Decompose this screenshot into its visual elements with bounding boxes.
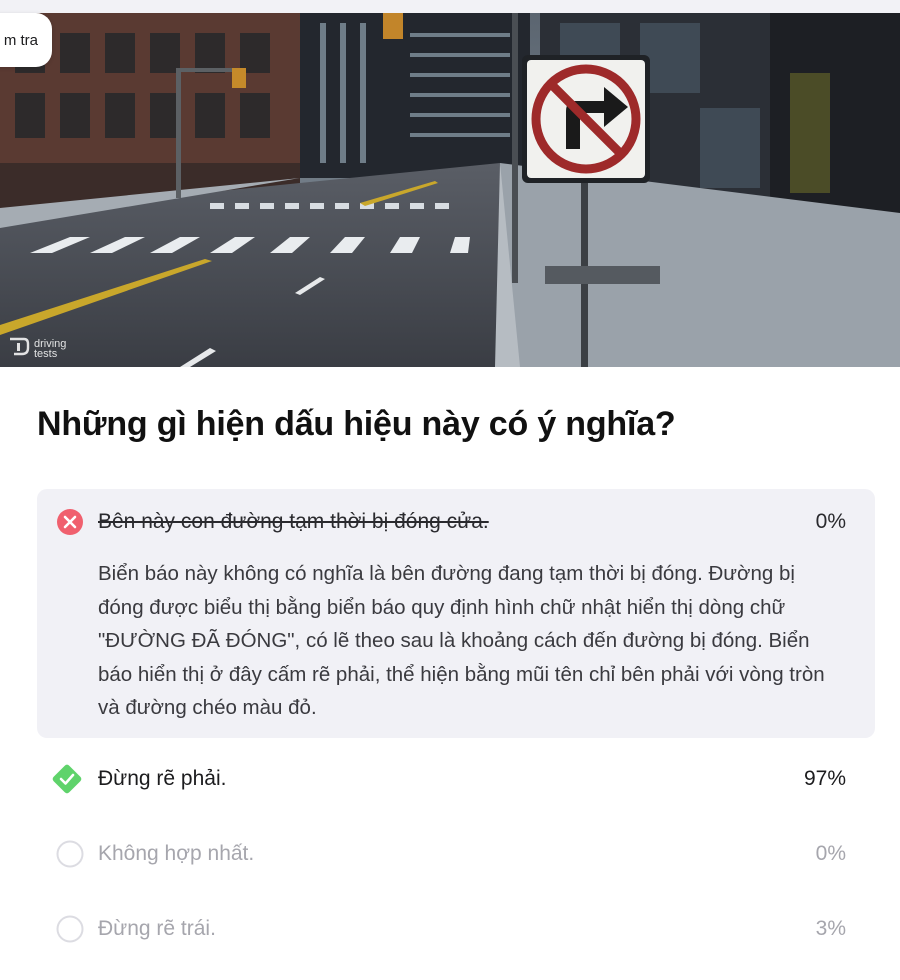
answer-label: Không hợp nhất. bbox=[98, 842, 255, 865]
answer-label: Đừng rẽ trái. bbox=[98, 917, 216, 940]
answer-explanation: Biển báo này không có nghĩa là bên đường… bbox=[98, 562, 825, 720]
back-button-label: m tra bbox=[3, 31, 38, 49]
question-title: Những gì hiện dấu hiệu này có ý nghĩa? bbox=[37, 405, 676, 443]
answer-percent: 97% bbox=[803, 767, 846, 790]
check-diamond-icon bbox=[50, 762, 84, 796]
answer-percent: 0% bbox=[815, 842, 846, 865]
answer-percent: 0% bbox=[815, 510, 846, 533]
question-image bbox=[0, 13, 900, 367]
answer-label: Đừng rẽ phải. bbox=[98, 767, 227, 790]
back-button[interactable]: m tra bbox=[0, 13, 52, 67]
watermark-line-2: tests bbox=[34, 347, 58, 360]
answer-label: Bên này con đường tạm thời bị đóng cửa. bbox=[98, 510, 489, 533]
watermark-text: driving tests bbox=[34, 338, 74, 360]
answer-percent: 3% bbox=[815, 917, 846, 940]
empty-circle-icon bbox=[56, 840, 84, 868]
x-circle-icon bbox=[56, 508, 84, 536]
top-strip bbox=[0, 0, 900, 13]
driving-tests-watermark: driving tests bbox=[8, 335, 74, 362]
empty-circle-icon bbox=[56, 915, 84, 943]
driving-tests-logo-icon bbox=[8, 335, 30, 362]
